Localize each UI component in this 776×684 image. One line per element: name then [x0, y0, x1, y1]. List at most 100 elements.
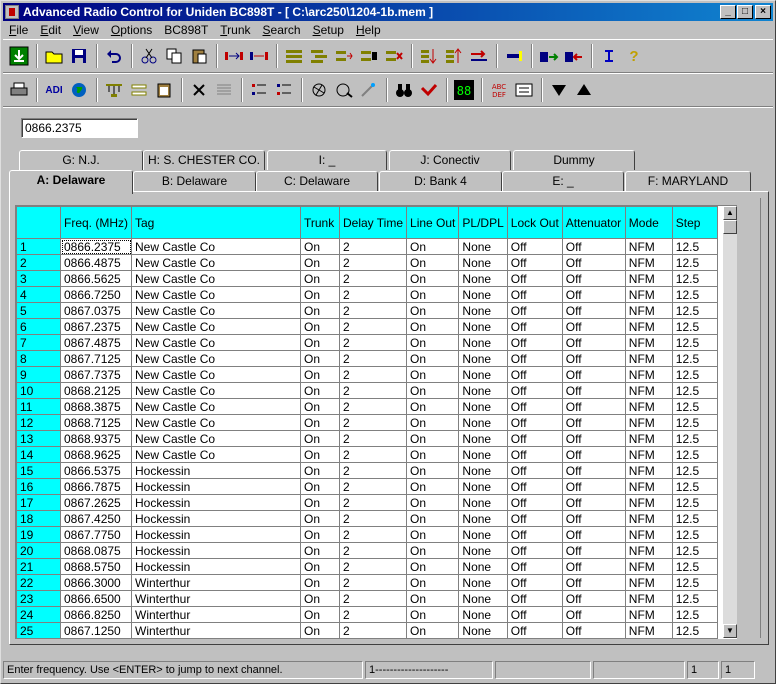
tab-front-1[interactable]: A: Delaware [9, 170, 133, 194]
lock-out-cell[interactable]: Off [506, 558, 563, 575]
step-cell[interactable]: 12.5 [671, 270, 718, 287]
app-icon[interactable] [5, 5, 19, 19]
row-number[interactable]: 1 [16, 238, 61, 255]
trunk-cell[interactable]: On [300, 254, 340, 271]
tag-cell[interactable]: Hockessin [131, 542, 301, 559]
line-out-cell[interactable]: On [406, 590, 460, 607]
row-number[interactable]: 7 [16, 334, 61, 351]
mode-cell[interactable]: NFM [624, 414, 673, 431]
trunk-cell[interactable]: On [300, 542, 340, 559]
step-cell[interactable]: 12.5 [671, 478, 718, 495]
step-cell[interactable]: 12.5 [671, 350, 718, 367]
line-out-cell[interactable]: On [406, 318, 460, 335]
table-row[interactable]: 20 0868.0875 Hockessin On 2 On None Off Off NFM 12… [16, 542, 718, 559]
adi-icon[interactable]: ADI [42, 78, 66, 102]
lock-out-cell[interactable]: Off [506, 302, 563, 319]
tag-cell[interactable]: Winterthur [131, 590, 301, 607]
tag-cell[interactable]: New Castle Co [131, 398, 301, 415]
lock-out-cell[interactable]: Off [506, 238, 563, 255]
step-cell[interactable]: 12.5 [671, 302, 718, 319]
step-header[interactable]: Step [671, 206, 718, 239]
table-row[interactable]: 23 0866.6500 Winterthur On 2 On None Off Off NFM 1… [16, 590, 718, 607]
line-out-cell[interactable]: On [406, 510, 460, 527]
trunk-cell[interactable]: On [300, 558, 340, 575]
table-row[interactable]: 3 0866.5625 New Castle Co On 2 On None Off Off NF… [16, 270, 718, 287]
lock-out-cell[interactable]: Off [506, 318, 563, 335]
table-row[interactable]: 24 0866.8250 Winterthur On 2 On None Off Off NFM 1… [16, 606, 718, 623]
line-out-header[interactable]: Line Out [406, 206, 460, 239]
table-row[interactable]: 9 0867.7375 New Castle Co On 2 On None Off Off NF… [16, 366, 718, 383]
delay-cell[interactable]: 2 [338, 526, 408, 543]
attenuator-cell[interactable]: Off [561, 286, 626, 303]
tag-cell[interactable]: New Castle Co [131, 318, 301, 335]
delay-cell[interactable]: 2 [338, 510, 408, 527]
lines-icon[interactable] [212, 78, 236, 102]
freq-cell[interactable]: 0867.4250 [60, 510, 132, 527]
row-number[interactable]: 16 [16, 478, 61, 495]
lock-out-cell[interactable]: Off [506, 334, 563, 351]
scroll-thumb[interactable] [723, 220, 737, 234]
tab-back-3[interactable]: I: _ [267, 150, 387, 170]
step-cell[interactable]: 12.5 [671, 254, 718, 271]
menu-search[interactable]: Search [257, 23, 307, 37]
menu-bc898t[interactable]: BC898T [158, 23, 214, 37]
attenuator-cell[interactable]: Off [561, 478, 626, 495]
lock-out-cell[interactable]: Off [506, 462, 563, 479]
trunk-cell[interactable]: On [300, 622, 340, 639]
freq-cell[interactable]: 0866.7875 [60, 478, 132, 495]
line-out-cell[interactable]: On [406, 254, 460, 271]
attenuator-cell[interactable]: Off [561, 622, 626, 639]
list-edit-icon[interactable] [127, 78, 151, 102]
lock-out-cell[interactable]: Off [506, 414, 563, 431]
delay-time-header[interactable]: Delay Time [338, 206, 408, 239]
pl-dpl-cell[interactable]: None [458, 478, 508, 495]
row-number[interactable]: 25 [16, 622, 61, 639]
mode-cell[interactable]: NFM [624, 350, 673, 367]
pl-dpl-cell[interactable]: None [458, 622, 508, 639]
info-icon[interactable] [597, 44, 621, 68]
pl-dpl-cell[interactable]: None [458, 510, 508, 527]
lock-out-cell[interactable]: Off [506, 430, 563, 447]
row-number[interactable]: 13 [16, 430, 61, 447]
menu-edit[interactable]: Edit [34, 23, 67, 37]
help-question-icon[interactable]: ? [622, 44, 646, 68]
attenuator-cell[interactable]: Off [561, 446, 626, 463]
freq-cell[interactable]: 0866.6500 [60, 590, 132, 607]
table-row[interactable]: 25 0867.1250 Winterthur On 2 On None Off Off NFM 1… [16, 622, 718, 639]
trunk-cell[interactable]: On [300, 318, 340, 335]
tab-back-2[interactable]: H: S. CHESTER CO. [143, 150, 265, 170]
tag-cell[interactable]: Hockessin [131, 526, 301, 543]
delay-cell[interactable]: 2 [338, 574, 408, 591]
row-number-header[interactable] [16, 206, 61, 239]
step-cell[interactable]: 12.5 [671, 510, 718, 527]
table-row[interactable]: 15 0866.5375 Hockessin On 2 On None Off Off NFM 12… [16, 462, 718, 479]
network-icon[interactable] [102, 78, 126, 102]
tab-front-3[interactable]: C: Delaware [256, 171, 378, 191]
mode-cell[interactable]: NFM [624, 478, 673, 495]
tab-back-1[interactable]: G: N.J. [19, 150, 143, 170]
delete-x-icon[interactable] [187, 78, 211, 102]
freq-cell[interactable]: 0867.7750 [60, 526, 132, 543]
tag-cell[interactable]: New Castle Co [131, 414, 301, 431]
lock-out-cell[interactable]: Off [506, 270, 563, 287]
pl-dpl-cell[interactable]: None [458, 414, 508, 431]
row-number[interactable]: 20 [16, 542, 61, 559]
arrow-down-icon[interactable] [547, 78, 571, 102]
step-cell[interactable]: 12.5 [671, 414, 718, 431]
delay-cell[interactable]: 2 [338, 270, 408, 287]
paste-icon[interactable] [187, 44, 211, 68]
table-row[interactable]: 6 0867.2375 New Castle Co On 2 On None Off Off NF… [16, 318, 718, 335]
mode-cell[interactable]: NFM [624, 238, 673, 255]
tag-cell[interactable]: New Castle Co [131, 238, 301, 255]
table-row[interactable]: 18 0867.4250 Hockessin On 2 On None Off Off NFM 12… [16, 510, 718, 527]
trunk-cell[interactable]: On [300, 366, 340, 383]
line-out-cell[interactable]: On [406, 334, 460, 351]
minimize-button[interactable]: _ [720, 5, 736, 19]
line-out-cell[interactable]: On [406, 558, 460, 575]
delay-cell[interactable]: 2 [338, 606, 408, 623]
lock-out-cell[interactable]: Off [506, 510, 563, 527]
attenuator-cell[interactable]: Off [561, 574, 626, 591]
lock-out-cell[interactable]: Off [506, 606, 563, 623]
table-row[interactable]: 16 0866.7875 Hockessin On 2 On None Off Off NFM 12… [16, 478, 718, 495]
tag-cell[interactable]: New Castle Co [131, 446, 301, 463]
